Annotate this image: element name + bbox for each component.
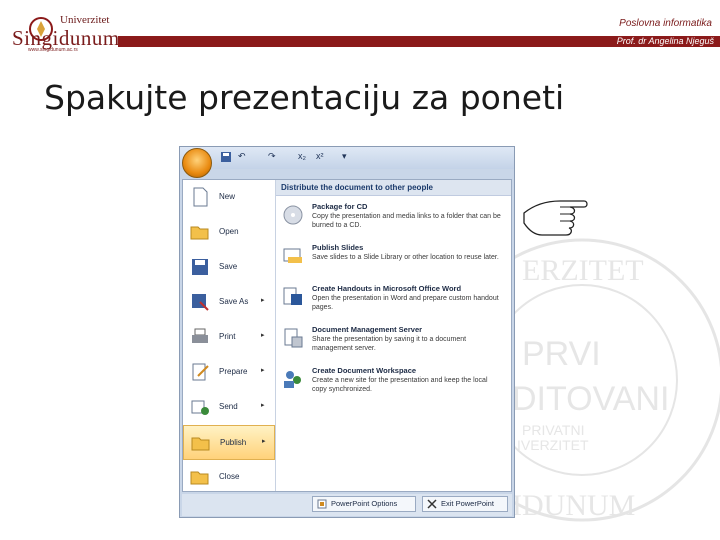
menu-item-open[interactable]: Open xyxy=(183,215,275,250)
submenu-item-publish-slides[interactable]: Publish Slides Save slides to a Slide Li… xyxy=(276,241,511,281)
publish-icon xyxy=(191,437,210,451)
watermark-text-1: ERZITET xyxy=(522,254,644,287)
menu-item-send[interactable]: Send ▸ xyxy=(183,390,275,425)
submenu-arrow-icon: ▸ xyxy=(261,367,265,374)
submenu-item-create-document-workspace[interactable]: Create Document Workspace Create a new s… xyxy=(276,364,511,404)
options-icon xyxy=(317,499,327,509)
submenu-item-title: Package for CD xyxy=(312,202,368,211)
publish-submenu: Distribute the document to other people … xyxy=(276,180,511,491)
pointing-hand-icon xyxy=(523,200,588,236)
save-as-icon xyxy=(192,294,209,311)
menu-item-label: Save As xyxy=(219,297,249,306)
menu-item-new[interactable]: New xyxy=(183,180,275,215)
word-handouts-icon xyxy=(283,287,302,305)
printer-icon xyxy=(192,328,208,343)
powerpoint-options-button[interactable]: PowerPoint Options xyxy=(312,496,416,512)
menu-item-prepare[interactable]: Prepare ▸ xyxy=(183,355,275,390)
exit-x-icon xyxy=(427,499,437,509)
submenu-item-title: Create Handouts in Microsoft Office Word xyxy=(312,284,462,293)
prepare-icon xyxy=(192,363,209,381)
submenu-arrow-icon: ▸ xyxy=(262,438,266,445)
submenu-arrow-icon: ▸ xyxy=(261,297,265,304)
menu-item-print[interactable]: Print ▸ xyxy=(183,320,275,355)
menu-item-label: Prepare xyxy=(219,367,248,376)
office-button[interactable] xyxy=(182,148,212,178)
menu-item-publish[interactable]: Publish ▸ xyxy=(183,425,275,460)
save-icon[interactable] xyxy=(220,151,232,163)
subscript-icon[interactable]: x₂ xyxy=(298,151,306,161)
menu-item-label: New xyxy=(219,192,236,201)
workspace-icon xyxy=(284,371,301,388)
new-document-icon xyxy=(193,187,208,207)
menu-item-label: Save xyxy=(219,262,238,271)
author-name: Prof. dr Angelina Njeguš xyxy=(616,36,714,46)
submenu-item-description: Open the presentation in Word and prepar… xyxy=(312,295,499,311)
folder-open-icon xyxy=(190,226,209,240)
menu-item-save-as[interactable]: Save As ▸ xyxy=(183,285,275,320)
submenu-item-description: Save slides to a Slide Library or other … xyxy=(312,254,499,261)
server-icon xyxy=(284,328,303,348)
exit-powerpoint-button[interactable]: Exit PowerPoint xyxy=(422,496,508,512)
submenu-item-description: Create a new site for the presentation a… xyxy=(312,377,488,393)
send-icon xyxy=(191,400,209,415)
submenu-item-description: Share the presentation by saving it to a… xyxy=(312,336,467,352)
submenu-item-document-management-server[interactable]: Document Management Server Share the pre… xyxy=(276,323,511,363)
submenu-item-title: Create Document Workspace xyxy=(312,366,417,375)
logo-university-text: Univerzitet xyxy=(60,14,110,26)
submenu-item-title: Publish Slides xyxy=(312,243,364,252)
menu-item-label: Close xyxy=(219,472,240,481)
submenu-arrow-icon: ▸ xyxy=(261,332,265,339)
menu-item-label: Send xyxy=(219,402,238,411)
powerpoint-menu-screenshot: ↶ ↷ x₂ x² ▾ New Open Save Save As ▸ Prin… xyxy=(179,146,515,518)
exit-powerpoint-label: Exit PowerPoint xyxy=(441,499,494,508)
submenu-item-description: Copy the presentation and media links to… xyxy=(312,213,501,229)
slides-library-icon xyxy=(283,248,302,263)
submenu-arrow-icon: ▸ xyxy=(261,402,265,409)
menu-item-label: Publish xyxy=(220,438,247,447)
watermark-text-4: PRIVATNI xyxy=(522,422,585,438)
watermark-text-5: IVERZITET xyxy=(517,437,589,453)
redo-icon[interactable]: ↷ xyxy=(268,151,276,162)
customize-qat-icon[interactable]: ▾ xyxy=(342,151,347,162)
watermark-text-6: IDUNUM xyxy=(512,489,635,522)
watermark-text-2: PRVI xyxy=(522,335,601,373)
superscript-icon[interactable]: x² xyxy=(316,151,324,161)
powerpoint-options-label: PowerPoint Options xyxy=(331,499,398,508)
menu-item-save[interactable]: Save xyxy=(183,250,275,285)
submenu-item-title: Document Management Server xyxy=(312,325,423,334)
submenu-header-text: Distribute the document to other people xyxy=(281,183,434,192)
logo-url-text: www.singidunum.ac.rs xyxy=(28,47,78,53)
slide-title: Spakujte prezentaciju za poneti xyxy=(44,78,565,117)
cd-icon xyxy=(283,205,303,225)
quick-access-toolbar: ↶ ↷ x₂ x² ▾ xyxy=(180,147,514,169)
undo-icon[interactable]: ↶ xyxy=(238,151,246,162)
menu-item-label: Print xyxy=(219,332,236,341)
close-folder-icon xyxy=(190,471,209,485)
office-menu: New Open Save Save As ▸ Print ▸ Prepare … xyxy=(182,179,512,492)
submenu-item-package-for-cd[interactable]: Package for CD Copy the presentation and… xyxy=(276,200,511,240)
menu-item-close[interactable]: Close xyxy=(183,460,275,495)
submenu-item-create-handouts[interactable]: Create Handouts in Microsoft Office Word… xyxy=(276,282,511,322)
submenu-header: Distribute the document to other people xyxy=(276,180,511,196)
menu-item-label: Open xyxy=(219,227,239,236)
floppy-disk-icon xyxy=(192,259,208,275)
office-menu-footer: PowerPoint Options Exit PowerPoint xyxy=(182,494,512,516)
office-menu-commands: New Open Save Save As ▸ Print ▸ Prepare … xyxy=(183,180,276,491)
watermark-text-3: DITOVANI xyxy=(512,380,669,418)
university-logo: Univerzitet Singidunum www.singidunum.ac… xyxy=(10,14,120,54)
course-title: Poslovna informatika xyxy=(619,18,712,29)
